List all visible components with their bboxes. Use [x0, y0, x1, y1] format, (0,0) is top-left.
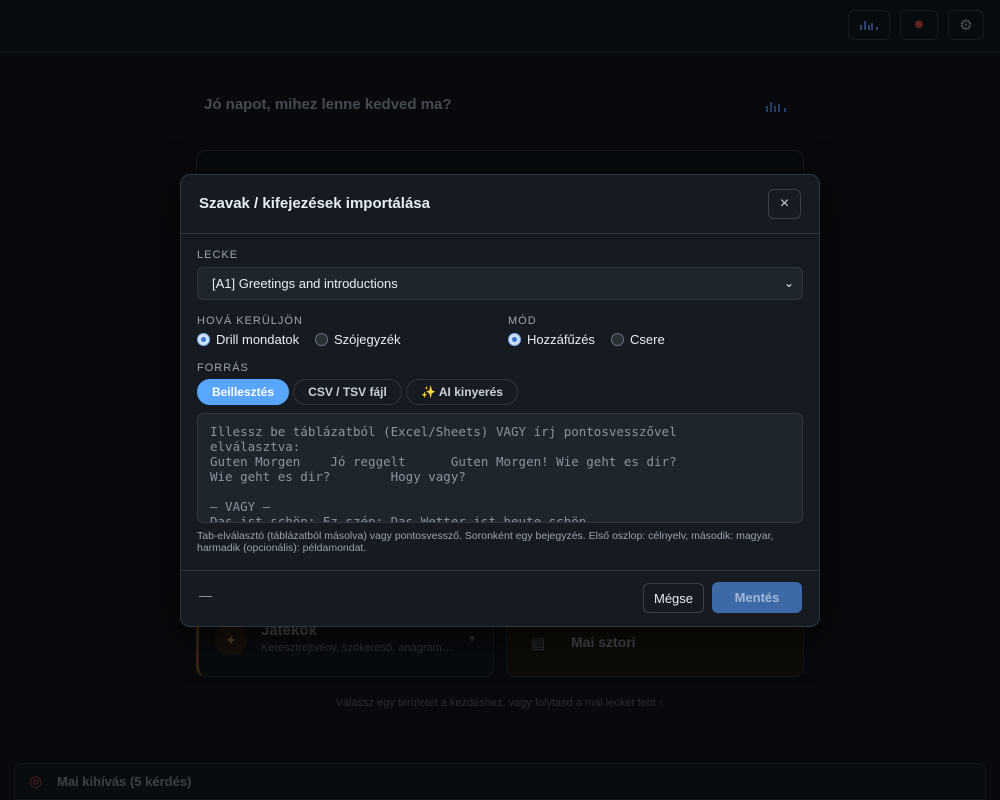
save-button[interactable]: Mentés: [712, 582, 802, 613]
modal-header: Szavak / kifejezések importálása ×: [181, 175, 819, 234]
tab-ai-extract[interactable]: ✨ AI kinyerés: [406, 379, 518, 405]
radio-label: Drill mondatok: [216, 332, 300, 347]
modal-title: Szavak / kifejezések importálása: [199, 195, 430, 212]
radio-drill-sentences[interactable]: Drill mondatok: [197, 332, 299, 347]
chevron-down-icon: ⌄: [783, 276, 794, 290]
radio-checked-icon[interactable]: [508, 333, 521, 346]
paste-textarea[interactable]: Illessz be táblázatból (Excel/Sheets) VA…: [197, 413, 803, 523]
radio-label: Hozzáfűzés: [527, 332, 595, 347]
footer-status: —: [199, 588, 212, 603]
radio-vocabulary[interactable]: Szójegyzék: [315, 332, 400, 347]
radio-replace[interactable]: Csere: [611, 332, 665, 347]
format-help-text: Tab-elválasztó (táblázatból másolva) vag…: [197, 530, 774, 554]
source-label: FORRÁS: [197, 362, 249, 374]
cancel-button[interactable]: Mégse: [643, 583, 704, 613]
radio-label: Csere: [630, 332, 665, 347]
radio-append[interactable]: Hozzáfűzés: [508, 332, 595, 347]
radio-unchecked-icon[interactable]: [315, 333, 328, 346]
modal-footer: — Mégse Mentés: [181, 571, 819, 627]
lesson-select[interactable]: [A1] Greetings and introductions ⌄: [197, 267, 803, 300]
radio-checked-icon[interactable]: [197, 333, 210, 346]
close-button[interactable]: ×: [768, 189, 801, 219]
destination-label: HOVÁ KERÜLJÖN: [197, 315, 303, 327]
lesson-label: LECKE: [197, 249, 239, 261]
import-modal: Szavak / kifejezések importálása × LECKE…: [180, 174, 820, 627]
mode-label: MÓD: [508, 315, 537, 327]
tab-csv-file[interactable]: CSV / TSV fájl: [293, 379, 402, 405]
modal-body: LECKE [A1] Greetings and introductions ⌄…: [181, 234, 819, 571]
lesson-select-value: [A1] Greetings and introductions: [212, 276, 398, 291]
close-icon: ×: [779, 195, 790, 212]
radio-label: Szójegyzék: [334, 332, 401, 347]
radio-unchecked-icon[interactable]: [611, 333, 624, 346]
tab-paste[interactable]: Beillesztés: [197, 379, 289, 405]
